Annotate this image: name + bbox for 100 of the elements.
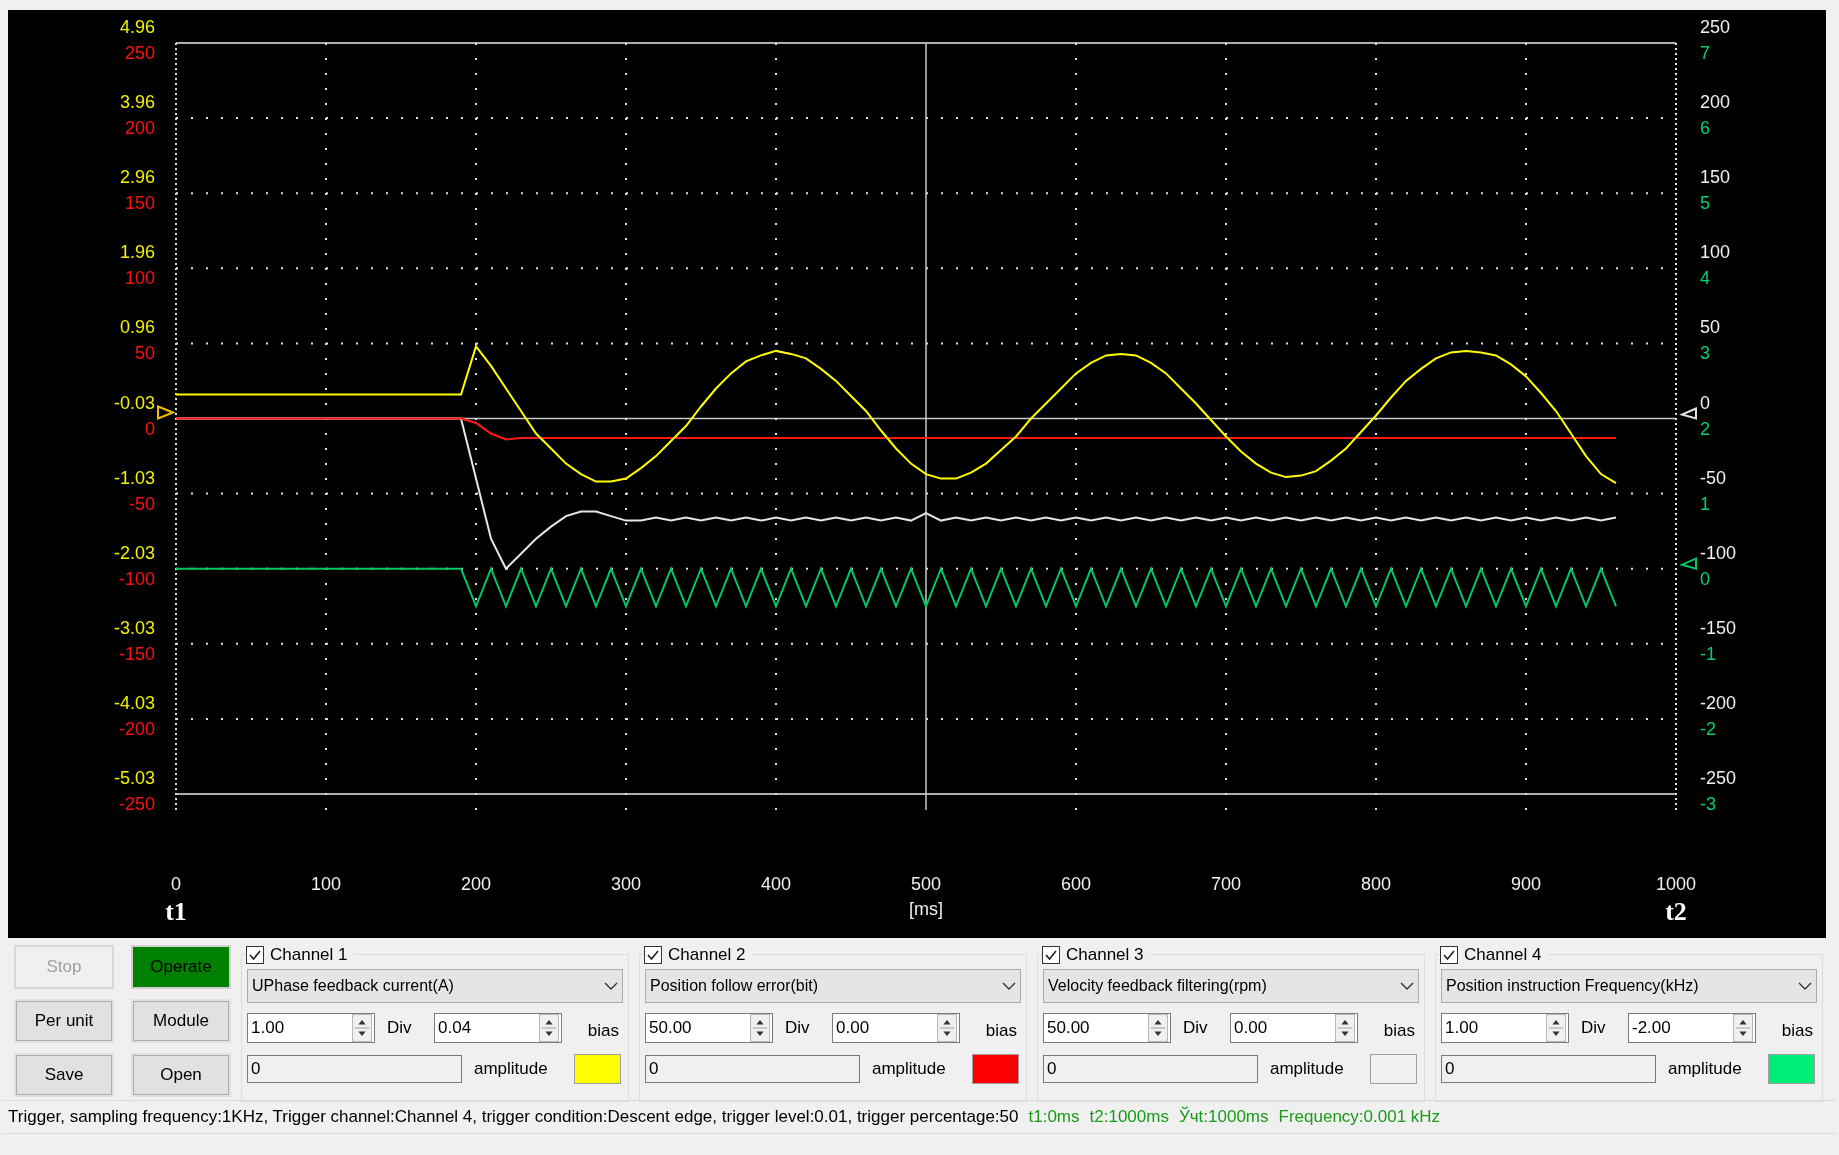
spin-field[interactable]: 1.00 (247, 1012, 375, 1043)
axis-label: 400 (761, 874, 791, 894)
field-label: Div (1182, 1017, 1209, 1039)
axis-label: [ms] (909, 899, 943, 919)
axis-label: -200 (1700, 692, 1737, 713)
channel-title: Channel 2 (668, 944, 746, 966)
axis-label: 4.96 (119, 17, 155, 37)
spin-field[interactable]: 50.00 (1043, 1012, 1171, 1043)
amplitude-field[interactable]: 0 (1043, 1054, 1258, 1083)
axis-label: -250 (118, 794, 155, 814)
color-swatch[interactable] (574, 1053, 621, 1084)
signal-dropdown[interactable]: UPhase feedback current(A) (247, 969, 623, 1003)
axis-label: 150 (124, 193, 155, 214)
action-button[interactable]: Save (14, 1053, 114, 1097)
spin-field[interactable]: 1.00 (1441, 1012, 1569, 1043)
field-label: amplitude (474, 1057, 548, 1080)
axis-label: -0.03 (113, 392, 155, 413)
axis-label: 3 (1700, 343, 1710, 364)
signal-dropdown[interactable]: Velocity feedback filtering(rpm) (1043, 969, 1419, 1003)
axis-label: 800 (1361, 874, 1391, 894)
spin-arrows-icon[interactable] (1733, 1013, 1753, 1042)
field-label: amplitude (872, 1057, 946, 1080)
signal-dropdown[interactable]: Position instruction Frequency(kHz) (1441, 969, 1817, 1003)
axis-label: 6 (1700, 118, 1710, 139)
spin-field[interactable]: 50.00 (645, 1012, 773, 1043)
axis-label: -5.03 (113, 768, 155, 788)
color-swatch[interactable] (972, 1053, 1019, 1084)
axis-label: 150 (1700, 167, 1731, 188)
axis-label: 500 (911, 874, 941, 894)
checkbox[interactable] (1440, 945, 1458, 964)
axis-label: 300 (611, 874, 641, 894)
spin-arrows-icon[interactable] (352, 1013, 372, 1042)
amplitude-field[interactable]: 0 (1441, 1054, 1656, 1083)
axis-label: -3.03 (113, 617, 155, 638)
checkbox[interactable] (1042, 945, 1060, 964)
axis-label: 100 (311, 874, 341, 894)
axis-label: -2 (1700, 718, 1716, 739)
axis-label: -100 (1700, 542, 1737, 563)
axis-label: -50 (1700, 467, 1726, 488)
axis-label: 0.96 (119, 317, 155, 338)
axis-label: 7 (1700, 43, 1710, 63)
amplitude-field[interactable]: 0 (247, 1054, 462, 1083)
spin-arrows-icon[interactable] (750, 1013, 770, 1042)
action-button[interactable]: Module (131, 999, 231, 1043)
axis-label: 100 (124, 268, 155, 289)
spin-field[interactable]: 0.04 (434, 1012, 562, 1043)
field-label: bias (1383, 1020, 1415, 1042)
axis-label: 2 (1700, 418, 1710, 439)
axis-label: 250 (1700, 17, 1731, 37)
triangle-marker-icon (1679, 407, 1697, 420)
field-label: bias (985, 1020, 1017, 1042)
axis-label: 900 (1511, 874, 1541, 894)
axis-label: -4.03 (113, 692, 155, 713)
checkbox[interactable] (644, 945, 662, 964)
axis-label: 2.96 (119, 167, 155, 188)
color-swatch[interactable] (1768, 1053, 1815, 1084)
spin-field[interactable]: -2.00 (1628, 1012, 1756, 1043)
spin-arrows-icon[interactable] (1148, 1013, 1168, 1042)
action-button[interactable]: Per unit (14, 999, 114, 1043)
spin-arrows-icon[interactable] (1546, 1013, 1566, 1042)
axis-label: 100 (1700, 242, 1731, 263)
action-button[interactable]: Open (131, 1053, 231, 1097)
axis-label: -3 (1700, 794, 1716, 814)
signal-dropdown[interactable]: Position follow error(bit) (645, 969, 1021, 1003)
spin-arrows-icon[interactable] (1335, 1013, 1355, 1042)
axis-label: -2.03 (113, 542, 155, 563)
axis-label: -150 (118, 643, 155, 664)
axis-label: 200 (1700, 92, 1731, 113)
axis-label: 0 (1700, 392, 1710, 413)
axis-label: 3.96 (119, 92, 155, 113)
amplitude-field[interactable]: 0 (645, 1054, 860, 1083)
axis-label: 200 (124, 118, 155, 139)
axis-label: -1 (1700, 643, 1716, 664)
spin-field[interactable]: 0.00 (1230, 1012, 1358, 1043)
field-label: Div (386, 1017, 413, 1039)
axis-label: -250 (1700, 768, 1737, 788)
checkbox[interactable] (246, 945, 264, 964)
action-button[interactable]: Operate (131, 945, 231, 989)
field-label: amplitude (1668, 1057, 1742, 1080)
color-swatch[interactable] (1370, 1053, 1417, 1084)
field-label: Div (784, 1017, 811, 1039)
frequency-readout: Frequency:0.001 kHz (1278, 1106, 1441, 1129)
spin-field[interactable]: 0.00 (832, 1012, 960, 1043)
chevron-down-icon (1002, 981, 1016, 991)
field-label: Div (1580, 1017, 1607, 1039)
field-label: amplitude (1270, 1057, 1344, 1080)
spin-arrows-icon[interactable] (937, 1013, 957, 1042)
channel-title: Channel 3 (1066, 944, 1144, 966)
axis-label: 5 (1700, 193, 1710, 214)
triangle-marker-icon (1679, 557, 1697, 571)
axis-label: -50 (129, 493, 155, 514)
axis-label: 250 (124, 43, 155, 63)
cursor-time: t1:0ms (1028, 1106, 1080, 1129)
chevron-down-icon (604, 981, 618, 991)
axis-label: 200 (461, 874, 491, 894)
axis-label: 0 (145, 418, 155, 439)
axis-label: 1000 (1656, 874, 1696, 894)
axis-label: 1.96 (119, 242, 155, 263)
spin-arrows-icon[interactable] (539, 1013, 559, 1042)
time-difference: Ўчt:1000ms (1178, 1105, 1269, 1129)
